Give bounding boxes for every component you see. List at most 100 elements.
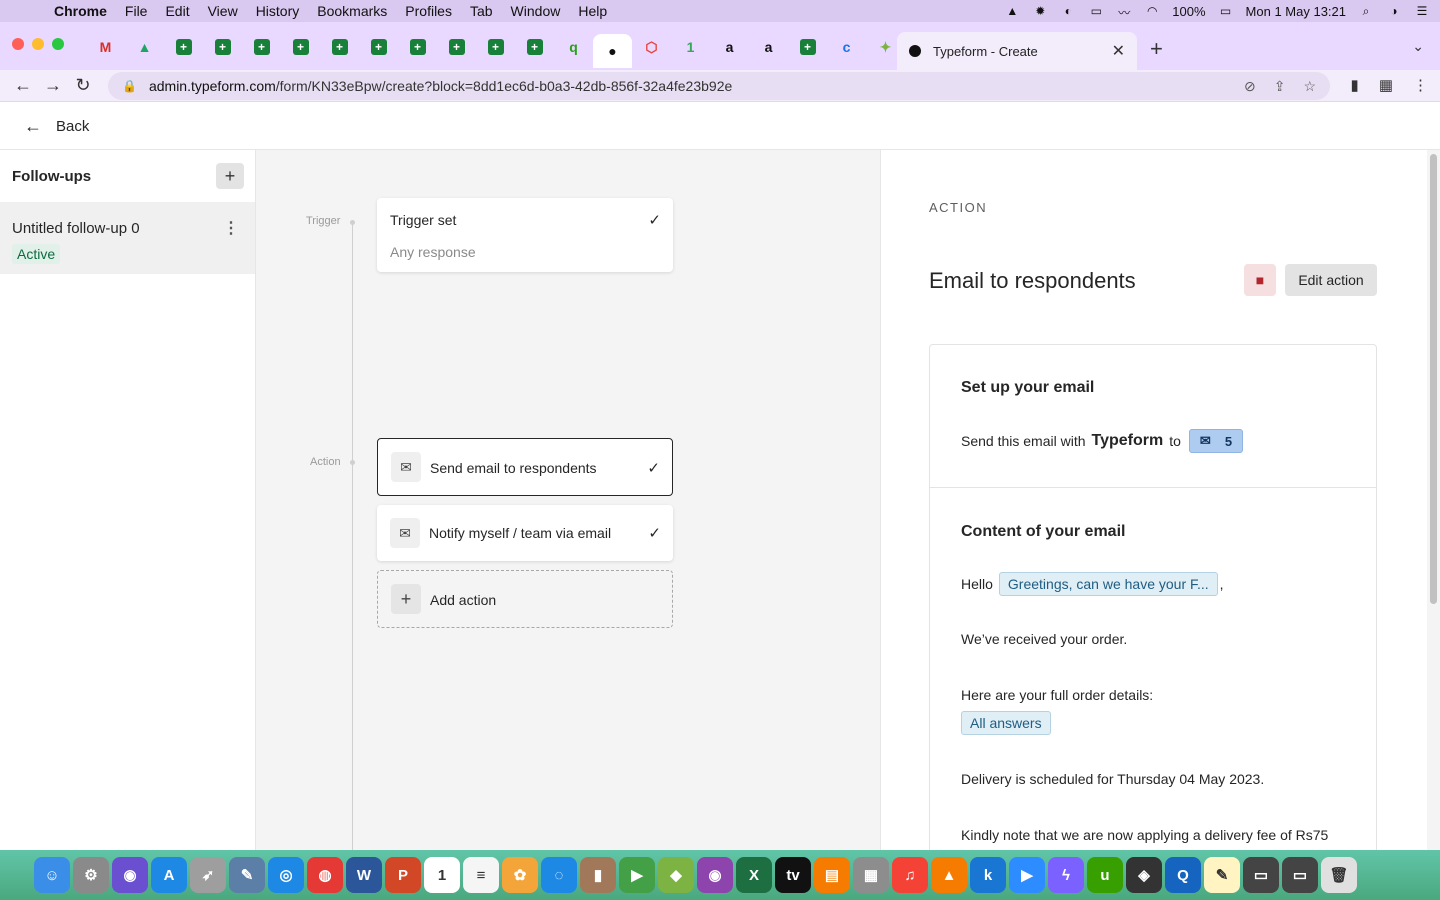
pinned-tab[interactable]: + [398,34,437,60]
pinned-tab[interactable]: 1 [671,34,710,60]
maps-icon[interactable]: ◆ [658,857,694,893]
pinned-tab[interactable]: ● [593,34,632,68]
pinned-tab[interactable]: + [320,34,359,60]
new-tab-icon[interactable]: + [1150,36,1163,62]
settings-icon[interactable]: ⚙ [73,857,109,893]
control-center-icon[interactable]: ◑ [1386,4,1402,18]
launchpad-icon[interactable]: ➶ [190,857,226,893]
pinned-tab[interactable]: + [242,34,281,60]
word-icon[interactable]: W [346,857,382,893]
safari-icon[interactable]: ◎ [268,857,304,893]
preview-icon[interactable]: ✎ [229,857,265,893]
panel-scrollbar[interactable] [1427,150,1440,850]
action-card-notify[interactable]: ✉ Notify myself / team via email ✓ [377,505,673,561]
menu-tab[interactable]: Tab [470,3,493,19]
menu-file[interactable]: File [125,3,148,19]
sync-status-icon[interactable]: ◐ [1060,4,1076,18]
books-icon[interactable]: ▤ [814,857,850,893]
aperture-icon[interactable]: ◈ [1126,857,1162,893]
maximize-window-button[interactable] [52,38,64,50]
menu-history[interactable]: History [256,3,300,19]
podcasts-icon[interactable]: ◉ [697,857,733,893]
pinned-tab[interactable]: a [749,34,788,60]
notification-center-icon[interactable]: ☰ [1414,4,1430,18]
calendar-icon[interactable]: 1 [424,857,460,893]
sidebar-item-followup[interactable]: Untitled follow-up 0 ⋮ Active [0,202,255,274]
tv-icon[interactable]: tv [775,857,811,893]
pinned-tab[interactable]: + [281,34,320,60]
recipient-pill[interactable]: ✉ 5 [1188,429,1244,453]
forward-arrow-icon[interactable]: → [38,75,68,96]
pinned-tab[interactable]: ⬡ [632,34,671,60]
back-arrow-icon[interactable]: ← [8,75,38,96]
pinned-tab[interactable]: + [203,34,242,60]
zoom-icon[interactable]: ▶ [1009,857,1045,893]
photos-icon[interactable]: ✿ [502,857,538,893]
sidebar-toggle-icon[interactable]: ▮ [1351,76,1359,94]
contacts-icon[interactable]: ▮ [580,857,616,893]
menu-bookmarks[interactable]: Bookmarks [317,3,387,19]
excel-icon[interactable]: X [736,857,772,893]
spotlight-search-icon[interactable]: ⌕ [1358,4,1374,18]
activity-status-icon[interactable]: 〰 [1116,4,1132,20]
more-menu-icon[interactable]: ⋮ [1413,76,1428,94]
pinned-tab[interactable]: + [437,34,476,60]
menu-app-name[interactable]: Chrome [54,3,107,19]
menu-window[interactable]: Window [511,3,561,19]
trash-icon[interactable]: 🗑 [1321,857,1357,893]
app-store-icon[interactable]: A [151,857,187,893]
add-action-button[interactable]: + Add action [377,570,673,628]
messenger-icon[interactable]: ϟ [1048,857,1084,893]
extension-icon[interactable]: ▦ [1379,76,1393,94]
menu-help[interactable]: Help [578,3,607,19]
menubar-datetime[interactable]: Mon 1 May 13:21 [1246,4,1346,19]
finder-icon[interactable]: ☺ [34,857,70,893]
add-followup-button[interactable]: + [216,163,244,189]
all-answers-tag[interactable]: All answers [961,711,1051,735]
back-button[interactable]: ← Back [24,116,89,137]
close-window-button[interactable] [12,38,24,50]
powerpoint-icon[interactable]: P [385,857,421,893]
pinned-tab[interactable]: a [710,34,749,60]
edit-action-button[interactable]: Edit action [1285,264,1377,296]
vlc-status-icon[interactable]: ▲ [1004,4,1020,18]
bookmark-star-icon[interactable]: ☆ [1303,78,1316,95]
minimize-window-button[interactable] [32,38,44,50]
pinned-tab[interactable]: c [827,34,866,60]
messages-icon[interactable]: ◌ [541,857,577,893]
menu-profiles[interactable]: Profiles [405,3,452,19]
screens-icon[interactable]: ▭ [1243,857,1279,893]
gear-status-icon[interactable]: ✹ [1032,4,1048,18]
scrollbar-thumb[interactable] [1430,154,1437,604]
reminders-icon[interactable]: ≡ [463,857,499,893]
pinned-tab[interactable]: q [554,34,593,60]
pinned-tab[interactable]: + [476,34,515,60]
close-tab-icon[interactable]: ✕ [1112,41,1125,61]
share-icon[interactable]: ⇪ [1274,78,1286,95]
display-status-icon[interactable]: ▭ [1088,4,1104,18]
address-bar[interactable]: 🔒 admin.typeform.com/form/KN33eBpw/creat… [108,72,1330,100]
battery-icon[interactable]: ▭ [1218,4,1234,18]
menu-edit[interactable]: Edit [165,3,189,19]
screens-icon[interactable]: ▭ [1282,857,1318,893]
delete-action-button[interactable]: ■ [1244,264,1276,296]
siri-icon[interactable]: ◉ [112,857,148,893]
notes-icon[interactable]: ▦ [853,857,889,893]
pinned-tab[interactable]: + [515,34,554,60]
reload-icon[interactable]: ↻ [68,75,98,96]
pinned-tab[interactable]: + [359,34,398,60]
eye-off-icon[interactable]: ⊘ [1244,78,1256,95]
menu-view[interactable]: View [208,3,238,19]
quicktime-icon[interactable]: Q [1165,857,1201,893]
music-icon[interactable]: ♫ [892,857,928,893]
active-tab[interactable]: Typeform - Create ✕ [897,32,1137,70]
pinned-tab[interactable]: M [86,34,125,60]
upwork-icon[interactable]: u [1087,857,1123,893]
k-icon[interactable]: k [970,857,1006,893]
pinned-tab[interactable]: + [788,34,827,60]
tab-search-chevron-icon[interactable]: ⌄ [1412,38,1424,55]
lock-icon[interactable]: 🔒 [122,79,137,93]
trigger-card[interactable]: Trigger set ✓ Any response [377,198,673,272]
chrome-icon[interactable]: ◍ [307,857,343,893]
wifi-icon[interactable]: ◠ [1144,4,1160,18]
